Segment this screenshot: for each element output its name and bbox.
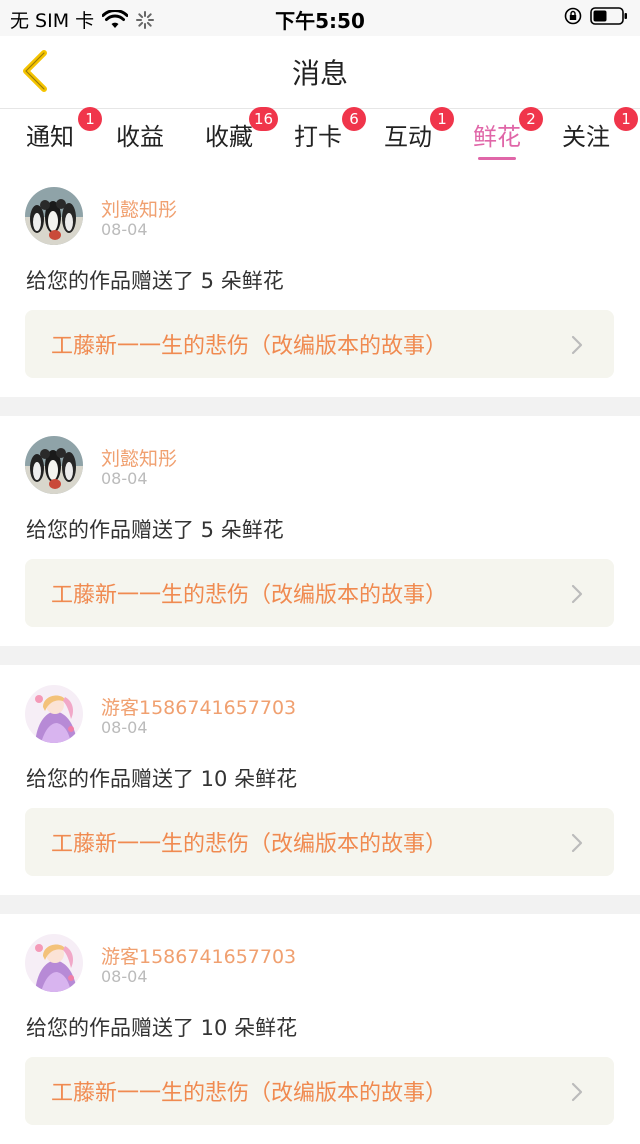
- tab-flowers[interactable]: 鲜花 2: [473, 107, 543, 160]
- chevron-left-icon: [23, 50, 47, 92]
- chevron-right-icon: [571, 584, 583, 604]
- tab-checkin[interactable]: 打卡 6: [294, 107, 366, 152]
- unread-badge: 1: [614, 107, 638, 131]
- tab-label: 通知: [26, 123, 74, 151]
- penguin-avatar-icon: [25, 187, 83, 245]
- unread-badge: 2: [519, 107, 543, 131]
- anime-girl-avatar-icon: [25, 685, 83, 743]
- status-right: [564, 6, 628, 26]
- message-text: 给您的作品赠送了 10 朵鲜花: [26, 767, 298, 791]
- page-title: 消息: [291, 57, 348, 90]
- message-text: 给您的作品赠送了 5 朵鲜花: [26, 269, 284, 293]
- work-link[interactable]: 工藤新一一生的悲伤（改编版本的故事）: [25, 1057, 614, 1125]
- user-name[interactable]: 刘懿知彤: [101, 195, 177, 222]
- user-name[interactable]: 游客1586741657703: [101, 942, 296, 969]
- avatar[interactable]: [25, 685, 83, 743]
- back-button[interactable]: [10, 46, 60, 96]
- tab-label: 关注: [562, 123, 610, 151]
- work-link[interactable]: 工藤新一一生的悲伤（改编版本的故事）: [25, 310, 614, 378]
- tab-notification[interactable]: 通知 1: [26, 107, 102, 152]
- chevron-right-icon: [571, 1082, 583, 1102]
- tab-label: 打卡: [294, 123, 342, 151]
- unread-badge: 1: [78, 107, 102, 131]
- work-title: 工藤新一一生的悲伤（改编版本的故事）: [51, 334, 448, 359]
- tab-favorites[interactable]: 收藏 16: [205, 107, 279, 152]
- timestamp: 08-04: [101, 967, 148, 986]
- work-title: 工藤新一一生的悲伤（改编版本的故事）: [51, 583, 448, 608]
- list-separator: [0, 895, 640, 914]
- unread-badge: 6: [342, 107, 366, 131]
- battery-icon: [590, 7, 627, 25]
- tab-follow[interactable]: 关注 1: [562, 107, 638, 152]
- anime-girl-avatar-icon: [25, 934, 83, 992]
- status-time: 下午5:50: [275, 9, 365, 33]
- work-link[interactable]: 工藤新一一生的悲伤（改编版本的故事）: [25, 559, 614, 627]
- list-separator: [0, 646, 640, 665]
- work-title: 工藤新一一生的悲伤（改编版本的故事）: [51, 1081, 448, 1106]
- orientation-lock-icon: [564, 7, 582, 25]
- user-name[interactable]: 刘懿知彤: [101, 444, 177, 471]
- tab-label: 互动: [384, 123, 432, 151]
- nav-bar: 消息: [0, 36, 640, 109]
- work-title: 工藤新一一生的悲伤（改编版本的故事）: [51, 832, 448, 857]
- message-list: 刘懿知彤 08-04 给您的作品赠送了 5 朵鲜花 工藤新一一生的悲伤（改编版本…: [0, 167, 640, 1144]
- penguin-avatar-icon: [25, 436, 83, 494]
- unread-badge: 16: [249, 107, 279, 131]
- tab-interaction[interactable]: 互动 1: [384, 107, 454, 152]
- unread-badge: 1: [430, 107, 454, 131]
- message-text: 给您的作品赠送了 5 朵鲜花: [26, 518, 284, 542]
- status-bar: 无 SIM 卡 下午5:50: [0, 0, 640, 36]
- avatar[interactable]: [25, 934, 83, 992]
- list-item: 刘懿知彤 08-04 给您的作品赠送了 5 朵鲜花 工藤新一一生的悲伤（改编版本…: [0, 167, 640, 397]
- list-item: 游客1586741657703 08-04 给您的作品赠送了 10 朵鲜花 工藤…: [0, 914, 640, 1144]
- chevron-right-icon: [571, 833, 583, 853]
- timestamp: 08-04: [101, 220, 148, 239]
- chevron-right-icon: [571, 335, 583, 355]
- work-link[interactable]: 工藤新一一生的悲伤（改编版本的故事）: [25, 808, 614, 876]
- user-name[interactable]: 游客1586741657703: [101, 693, 296, 720]
- tab-label: 收益: [116, 123, 164, 151]
- tab-label: 收藏: [205, 123, 253, 151]
- list-item: 刘懿知彤 08-04 给您的作品赠送了 5 朵鲜花 工藤新一一生的悲伤（改编版本…: [0, 416, 640, 646]
- list-item: 游客1586741657703 08-04 给您的作品赠送了 10 朵鲜花 工藤…: [0, 665, 640, 895]
- tab-earnings[interactable]: 收益: [116, 117, 164, 152]
- list-separator: [0, 397, 640, 416]
- timestamp: 08-04: [101, 718, 148, 737]
- active-tab-indicator: [477, 157, 517, 160]
- message-text: 给您的作品赠送了 10 朵鲜花: [26, 1016, 298, 1040]
- tab-label: 鲜花: [473, 123, 521, 151]
- avatar[interactable]: [25, 436, 83, 494]
- tab-bar: 通知 1 收益 收藏 16 打卡 6 互动 1 鲜花 2 关注 1: [0, 107, 640, 167]
- timestamp: 08-04: [101, 469, 148, 488]
- avatar[interactable]: [25, 187, 83, 245]
